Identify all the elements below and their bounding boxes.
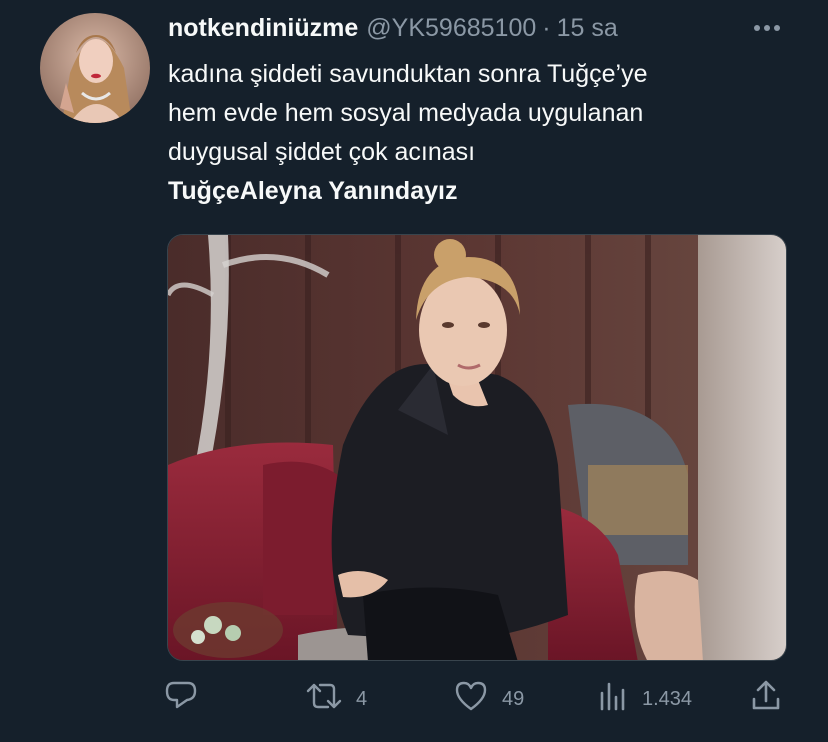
views-button[interactable]: 1.434 <box>598 676 692 722</box>
separator-dot: · <box>542 13 551 42</box>
user-avatar[interactable] <box>40 13 150 123</box>
retweet-icon <box>306 679 342 719</box>
tweet-action-bar: 4 49 1.434 <box>0 676 828 722</box>
heart-icon <box>454 680 488 718</box>
tweet-media-photo[interactable] <box>167 234 787 661</box>
reply-icon <box>164 679 198 719</box>
photo-woman-on-red-sofa <box>168 235 786 660</box>
tweet-text-line: duygusal şiddet çok acınası <box>168 138 476 166</box>
user-handle[interactable]: @YK59685100 <box>366 14 536 43</box>
views-icon <box>598 681 628 717</box>
tweet-text-line: kadına şiddeti savunduktan sonra Tuğçe’y… <box>168 60 648 88</box>
hashtag-line: TuğçeAleyna Yanındayız <box>168 177 458 205</box>
tweet-header: notkendiniüzme @YK59685100 · 15 sa <box>168 10 618 46</box>
retweet-button[interactable]: 4 <box>306 676 367 722</box>
like-count: 49 <box>502 687 525 710</box>
retweet-count: 4 <box>356 687 368 710</box>
tweet-text-line: hem evde hem sosyal medyada uygulanan <box>168 99 644 127</box>
views-count: 1.434 <box>642 687 693 710</box>
tweet-timestamp[interactable]: 15 sa <box>557 14 618 43</box>
share-icon <box>750 679 782 719</box>
reply-button[interactable] <box>164 676 198 722</box>
like-button[interactable]: 49 <box>454 676 524 722</box>
display-name[interactable]: notkendiniüzme <box>168 14 358 43</box>
tweet-text: kadına şiddeti savunduktan sonra Tuğçe’y… <box>168 55 788 211</box>
more-options-icon[interactable] <box>750 14 784 42</box>
share-button[interactable] <box>750 676 782 722</box>
tweet-card[interactable]: notkendiniüzme @YK59685100 · 15 sa kadın… <box>0 0 828 742</box>
avatar-image <box>40 13 150 123</box>
